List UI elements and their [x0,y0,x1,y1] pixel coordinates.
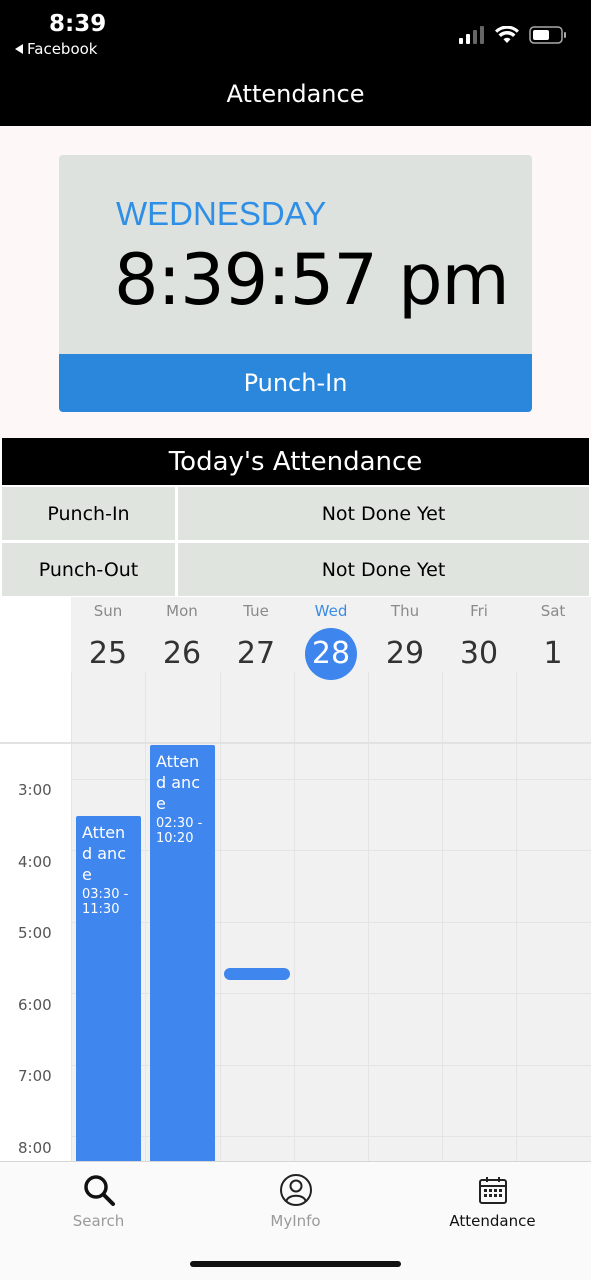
day-header-mon[interactable]: Mon 26 [145,597,219,680]
search-icon [83,1175,115,1206]
weekday-label: WEDNESDAY [116,195,327,232]
day-of-week: Tue [243,602,269,620]
hour-label: 7:00 [18,1067,52,1085]
day-number: 1 [543,636,563,671]
status-icons [459,25,567,45]
day-header-sun[interactable]: Sun 25 [71,597,145,680]
punch-in-button[interactable]: Punch-In [59,354,532,412]
day-of-week: Thu [390,602,420,620]
day-number: 29 [385,636,425,671]
live-clock: 8:39:57 pm [114,239,510,321]
day-header-tue[interactable]: Tue 27 [219,597,293,680]
day-number: 27 [236,636,276,671]
hour-label: 8:00 [18,1139,52,1157]
person-icon [279,1174,312,1206]
day-header-fri[interactable]: Fri 30 [442,597,516,680]
attendance-row-punch-in: Punch-In Not Done Yet [2,487,589,540]
hour-label: 3:00 [18,781,52,799]
tab-label: MyInfo [270,1212,321,1230]
attendance-event-sun[interactable]: Attend ance 03:30 - 11:30 [76,816,141,1162]
wifi-icon [495,26,519,43]
hour-label: 4:00 [18,853,52,871]
page-title: Attendance [226,80,365,108]
back-app-label: Facebook [27,40,98,58]
day-header-thu[interactable]: Thu 29 [368,597,442,680]
day-of-week: Mon [166,602,198,620]
attendance-event-mon[interactable]: Attend ance 02:30 - 10:20 [150,745,215,1162]
day-number: 30 [459,636,499,671]
week-calendar[interactable]: Sun 25 Mon 26 Tue 27 Wed 28 Thu 29 Fri 3… [0,597,591,1162]
tab-label: Search [72,1212,125,1230]
todays-attendance-header: Today's Attendance [2,438,589,485]
attendance-row-label: Punch-In [2,487,175,540]
event-title: Attend ance [156,752,200,813]
hour-label: 6:00 [18,996,52,1014]
attendance-row-value: Not Done Yet [178,543,589,596]
day-of-week: Fri [470,602,488,620]
clock-section: WEDNESDAY 8:39:57 pm Punch-In [0,126,591,438]
day-number: 26 [162,636,202,671]
hour-label: 5:00 [18,924,52,942]
day-number: 25 [88,636,128,671]
tab-myinfo[interactable]: MyInfo [197,1170,394,1230]
event-time-range: 02:30 - 10:20 [156,816,203,846]
clock-card: WEDNESDAY 8:39:57 pm [59,155,532,355]
day-of-week: Wed [314,602,348,620]
attendance-row-value: Not Done Yet [178,487,589,540]
tab-label: Attendance [449,1212,536,1230]
attendance-row-label: Punch-Out [2,543,175,596]
day-header-sat[interactable]: Sat 1 [516,597,590,680]
home-indicator[interactable] [190,1261,401,1267]
status-time: 8:39 [49,11,107,37]
tab-attendance[interactable]: Attendance [394,1170,591,1230]
back-to-app-link[interactable]: Facebook [15,40,97,58]
day-number-today: 28 [305,628,357,680]
battery-icon [529,26,566,44]
attendance-event-tue[interactable] [224,968,290,980]
tab-search[interactable]: Search [0,1170,197,1230]
top-bar: 8:39 Facebook Attendance [0,0,591,126]
signal-icon [459,26,484,44]
day-header-wed[interactable]: Wed 28 [294,597,368,680]
calendar-icon [478,1177,507,1204]
event-time-range: 03:30 - 11:30 [82,887,129,917]
event-title: Attend ance [82,823,126,884]
day-of-week: Sun [93,602,123,620]
back-arrow-icon [15,44,23,54]
attendance-row-punch-out: Punch-Out Not Done Yet [2,543,589,596]
day-of-week: Sat [540,602,566,620]
